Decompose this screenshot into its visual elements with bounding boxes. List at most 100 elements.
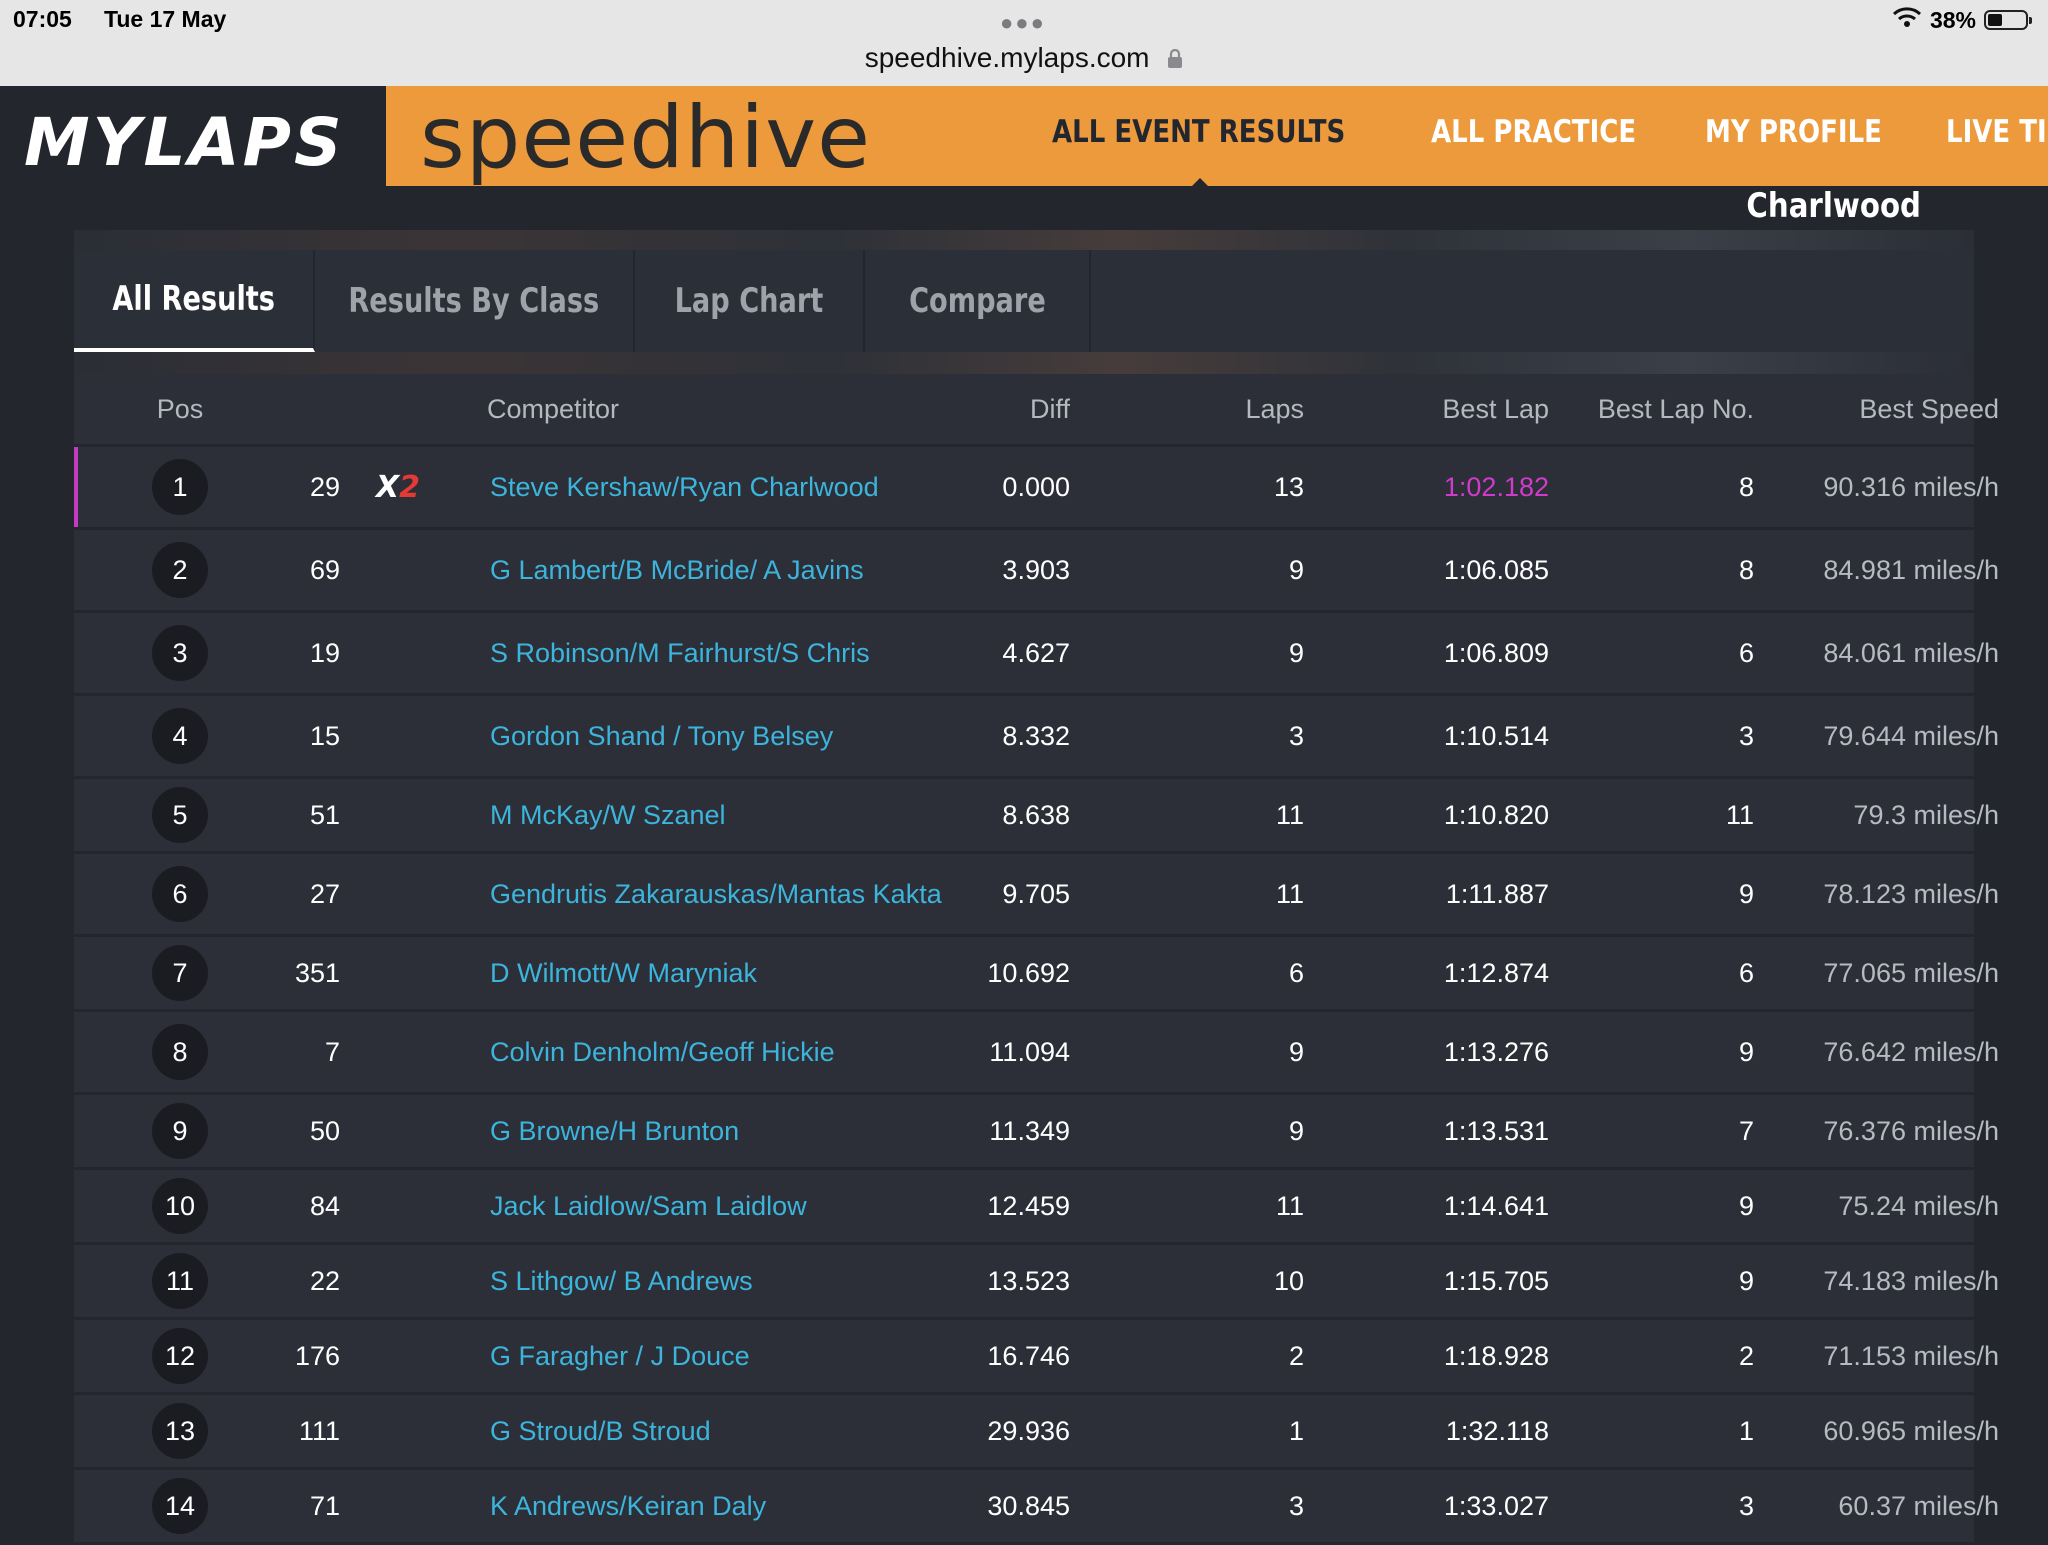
row-competitor-link[interactable]: Gendrutis Zakarauskas/Mantas Kakta <box>490 854 960 934</box>
row-laps: 1 <box>1288 1415 1304 1446</box>
col-best-speed[interactable]: Best Speed <box>1754 374 1999 444</box>
address-bar[interactable]: speedhive.mylaps.com <box>0 42 2048 76</box>
row-pos: 9 <box>140 1095 220 1167</box>
status-right: 38% <box>1892 6 2032 34</box>
table-row[interactable]: 14 71 K Andrews/Keiran Daly 30.845 3 1:33.027… <box>74 1470 1999 1545</box>
table-row[interactable]: 10 84 Jack Laidlow/Sam Laidlow 12.459 11 1:14… <box>74 1170 1999 1245</box>
row-pos: 8 <box>140 1012 220 1092</box>
table-row[interactable]: 7 351 D Wilmott/W Maryniak 10.692 6 1:12.874 6… <box>74 937 1999 1012</box>
nav-my-profile[interactable]: MY PROFILE <box>1705 114 1882 150</box>
table-row[interactable]: 4 15 Gordon Shand / Tony Belsey 8.332 3 1:10.… <box>74 696 1999 779</box>
more-dots-icon[interactable]: ●●● <box>1000 10 1046 36</box>
row-best-speed: 84.981 miles/h <box>1823 554 1999 585</box>
row-number: 29 <box>309 471 340 502</box>
row-laps: 11 <box>1275 878 1304 909</box>
table-row[interactable]: 12 176 G Faragher / J Douce 16.746 2 1:18.928… <box>74 1320 1999 1395</box>
pos-circle: 10 <box>152 1178 208 1234</box>
row-best-speed: 79.644 miles/h <box>1823 720 1999 751</box>
leader-marker <box>74 447 78 527</box>
table-row[interactable]: 3 19 S Robinson/M Fairhurst/S Chris 4.627 9 1… <box>74 613 1999 696</box>
row-best-speed: 79.3 miles/h <box>1853 799 1999 830</box>
pos-circle: 11 <box>152 1253 208 1309</box>
row-pos: 2 <box>140 530 220 610</box>
col-best-lap-no[interactable]: Best Lap No. <box>1574 374 1754 444</box>
tab-results-by-class[interactable]: Results By Class <box>315 250 635 352</box>
tab-lap-chart[interactable]: Lap Chart <box>635 250 865 352</box>
x2-transponder-icon: X2 <box>376 469 421 505</box>
tab-all-results[interactable]: All Results <box>74 250 315 352</box>
row-competitor-link[interactable]: K Andrews/Keiran Daly <box>490 1470 960 1542</box>
row-competitor-link[interactable]: G Browne/H Brunton <box>490 1095 960 1167</box>
row-best-speed: 60.37 miles/h <box>1838 1490 1999 1521</box>
row-best-lap-no: 9 <box>1738 1036 1754 1067</box>
row-pos: 1 <box>140 447 220 527</box>
table-row[interactable]: 8 7 Colvin Denholm/Geoff Hickie 11.094 9 1:13… <box>74 1012 1999 1095</box>
col-pos[interactable]: Pos <box>140 374 220 444</box>
row-competitor-link[interactable]: M McKay/W Szanel <box>490 779 960 851</box>
pos-circle: 1 <box>152 459 208 515</box>
row-competitor-link[interactable]: G Faragher / J Douce <box>490 1320 960 1392</box>
row-competitor-link[interactable]: G Lambert/B McBride/ A Javins <box>490 530 960 610</box>
col-diff[interactable]: Diff <box>896 374 1070 444</box>
row-best-lap-no: 1 <box>1738 1415 1754 1446</box>
event-header-band <box>74 186 1974 230</box>
speedhive-brand[interactable]: speedhive <box>420 88 871 188</box>
pos-circle: 13 <box>152 1403 208 1459</box>
row-best-lap: 1:12.874 <box>1443 957 1549 988</box>
row-number: 22 <box>309 1265 340 1296</box>
table-body: 1 29 X2 Steve Kershaw/Ryan Charlwood 0.000 13… <box>74 447 1999 1545</box>
row-best-lap-no: 3 <box>1738 720 1754 751</box>
row-number: 351 <box>294 957 340 988</box>
row-best-speed: 60.965 miles/h <box>1823 1415 1999 1446</box>
table-row[interactable]: 5 51 M McKay/W Szanel 8.638 11 1:10.820 11 79.3… <box>74 779 1999 854</box>
nav-all-practice[interactable]: ALL PRACTICE <box>1431 114 1636 150</box>
table-row[interactable]: 6 27 Gendrutis Zakarauskas/Mantas Kakta 9.7… <box>74 854 1999 937</box>
pos-circle: 6 <box>152 866 208 922</box>
row-best-lap: 1:10.820 <box>1443 799 1549 830</box>
table-row[interactable]: 13 111 G Stroud/B Stroud 29.936 1 1:32.118 1 60… <box>74 1395 1999 1470</box>
row-competitor-link[interactable]: S Lithgow/ B Andrews <box>490 1245 960 1317</box>
row-number: 50 <box>309 1115 340 1146</box>
col-laps[interactable]: Laps <box>1124 374 1304 444</box>
row-competitor-link[interactable]: D Wilmott/W Maryniak <box>490 937 960 1009</box>
col-competitor[interactable]: Competitor <box>487 374 957 444</box>
nav-live-timing[interactable]: LIVE TIMING <box>1946 114 2048 150</box>
row-competitor-link[interactable]: G Stroud/B Stroud <box>490 1395 960 1467</box>
row-pos: 14 <box>140 1470 220 1542</box>
row-competitor-link[interactable]: Gordon Shand / Tony Belsey <box>490 696 960 776</box>
row-pos: 10 <box>140 1170 220 1242</box>
row-competitor-link[interactable]: S Robinson/M Fairhurst/S Chris <box>490 613 960 693</box>
row-number: 84 <box>309 1190 340 1221</box>
row-number: 27 <box>309 878 340 909</box>
row-diff: 30.845 <box>987 1490 1070 1521</box>
row-diff: 3.903 <box>1002 554 1070 585</box>
venue-name: Charlwood <box>1746 186 1921 226</box>
table-row[interactable]: 9 50 G Browne/H Brunton 11.349 9 1:13.531 7 76.… <box>74 1095 1999 1170</box>
table-row[interactable]: 1 29 X2 Steve Kershaw/Ryan Charlwood 0.000 13… <box>74 447 1999 530</box>
row-number: 69 <box>309 554 340 585</box>
row-competitor-link[interactable]: Colvin Denholm/Geoff Hickie <box>490 1012 960 1092</box>
site-header: MYLAPS speedhive ALL EVENT RESULTS ALL P… <box>0 86 2048 188</box>
row-pos: 3 <box>140 613 220 693</box>
row-pos: 13 <box>140 1395 220 1467</box>
pos-circle: 9 <box>152 1103 208 1159</box>
row-pos: 12 <box>140 1320 220 1392</box>
pos-circle: 8 <box>152 1024 208 1080</box>
col-best-lap[interactable]: Best Lap <box>1374 374 1549 444</box>
pos-circle: 12 <box>152 1328 208 1384</box>
nav-all-event-results[interactable]: ALL EVENT RESULTS <box>1052 114 1345 150</box>
results-table: Pos Competitor Diff Laps Best Lap Best L… <box>74 374 1999 1545</box>
row-best-speed: 76.642 miles/h <box>1823 1036 1999 1067</box>
pos-circle: 3 <box>152 625 208 681</box>
table-row[interactable]: 2 69 G Lambert/B McBride/ A Javins 3.903 9 1:… <box>74 530 1999 613</box>
battery-icon <box>1984 10 2032 30</box>
table-row[interactable]: 11 22 S Lithgow/ B Andrews 13.523 10 1:15.705… <box>74 1245 1999 1320</box>
mylaps-logo[interactable]: MYLAPS <box>24 104 345 181</box>
row-best-speed: 77.065 miles/h <box>1823 957 1999 988</box>
tab-compare[interactable]: Compare <box>865 250 1091 352</box>
row-laps: 9 <box>1288 554 1304 585</box>
row-best-lap: 1:18.928 <box>1443 1340 1549 1371</box>
row-competitor-link[interactable]: Jack Laidlow/Sam Laidlow <box>490 1170 960 1242</box>
row-laps: 3 <box>1288 1490 1304 1521</box>
row-competitor-link[interactable]: Steve Kershaw/Ryan Charlwood <box>490 447 960 527</box>
